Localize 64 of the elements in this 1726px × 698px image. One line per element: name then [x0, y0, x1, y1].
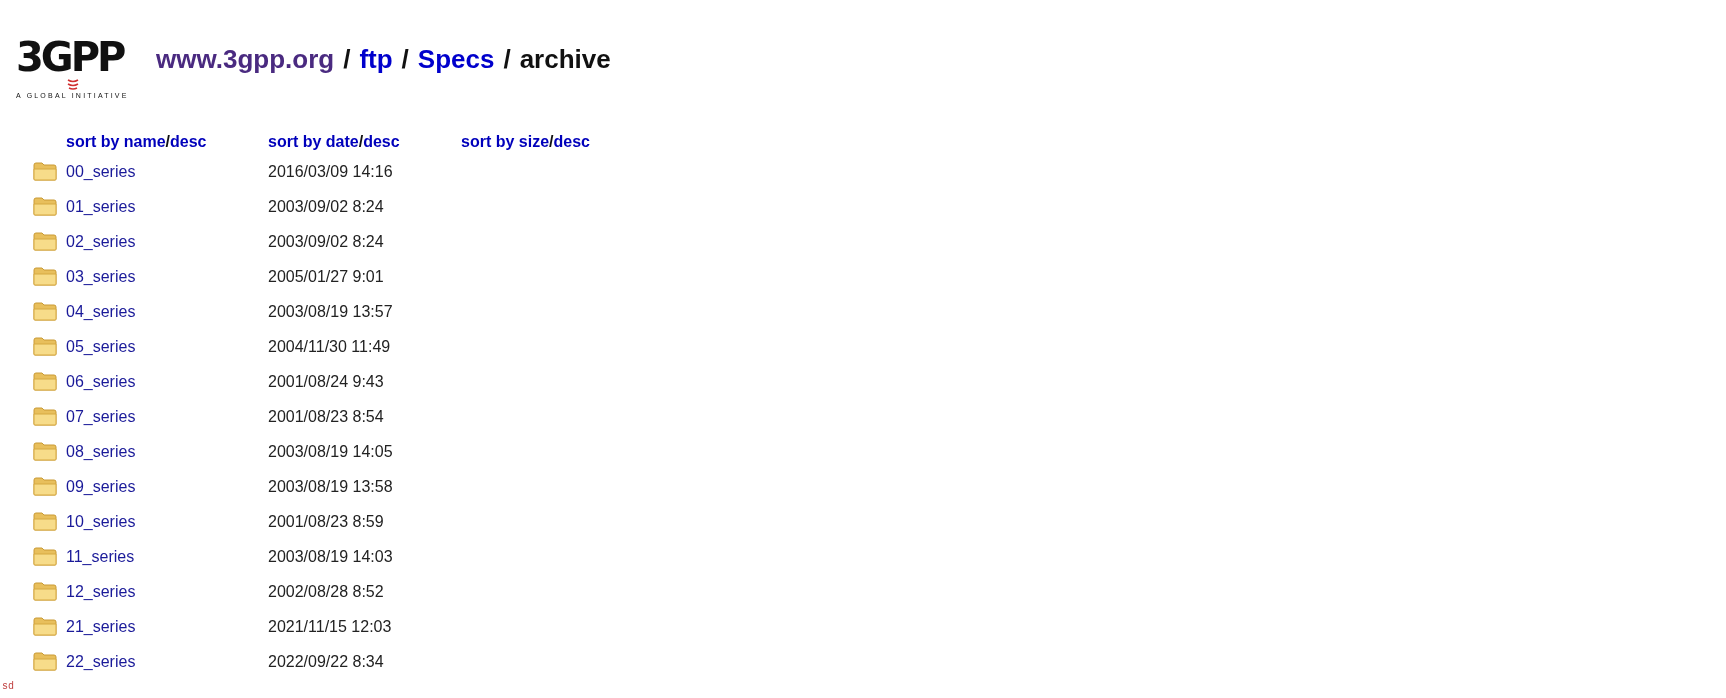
modified-date: 2003/08/19 14:05 — [268, 442, 394, 461]
folder-icon — [33, 197, 57, 216]
modified-date: 2003/08/19 13:58 — [268, 477, 394, 496]
modified-date: 2022/09/22 8:34 — [268, 652, 385, 671]
folder-link[interactable]: 08_series — [66, 442, 268, 461]
folder-icon — [33, 582, 57, 601]
folder-icon — [33, 512, 57, 531]
folder-icon — [33, 547, 57, 566]
current-folder: archive — [519, 43, 611, 75]
sort-order-link[interactable]: desc — [170, 133, 207, 151]
folder-link[interactable]: 11_series — [66, 547, 268, 566]
modified-date: 2016/03/09 14:16 — [268, 162, 394, 181]
folder-icon — [33, 337, 57, 356]
folder-link[interactable]: 05_series — [66, 337, 268, 356]
sort-order-link[interactable]: desc — [363, 133, 400, 151]
modified-date: 2001/08/23 8:54 — [268, 407, 385, 426]
folder-link[interactable]: 01_series — [66, 197, 268, 216]
folder-icon — [33, 477, 57, 496]
folder-icon — [33, 162, 57, 181]
folder-icon — [33, 652, 57, 671]
folder-link[interactable]: 22_series — [66, 652, 268, 671]
sort-link[interactable]: sort by date — [268, 133, 359, 151]
breadcrumb-link[interactable]: ftp — [359, 43, 393, 75]
folder-icon — [33, 372, 57, 391]
sort-order-link[interactable]: desc — [553, 133, 590, 151]
folder-icon — [33, 407, 57, 426]
folder-link[interactable]: 06_series — [66, 372, 268, 391]
modified-date: 2005/01/27 9:01 — [268, 267, 385, 286]
modified-date: 2004/11/30 11:49 — [268, 337, 392, 356]
sort-link[interactable]: sort by name — [66, 133, 166, 151]
folder-icon — [33, 232, 57, 251]
sort-separator: / — [358, 133, 364, 151]
modified-date: 2001/08/24 9:43 — [268, 372, 385, 391]
folder-icon — [33, 442, 57, 461]
path-separator: / — [503, 43, 511, 75]
footer-note: sd — [1, 681, 14, 692]
folder-link[interactable]: 04_series — [66, 302, 268, 321]
folder-link[interactable]: 02_series — [66, 232, 268, 251]
breadcrumb-link[interactable]: Specs — [417, 43, 495, 75]
modified-date: 2003/08/19 14:03 — [268, 547, 394, 566]
folder-link[interactable]: 09_series — [66, 477, 268, 496]
signal-icon — [66, 77, 80, 90]
modified-date: 2021/11/15 12:03 — [268, 617, 393, 636]
modified-date: 2003/08/19 13:57 — [268, 302, 394, 321]
breadcrumb-link[interactable]: www.3gpp.org — [156, 43, 335, 75]
folder-link[interactable]: 00_series — [66, 162, 268, 181]
folder-link[interactable]: 07_series — [66, 407, 268, 426]
folder-link[interactable]: 03_series — [66, 267, 268, 286]
folder-link[interactable]: 12_series — [66, 582, 268, 601]
sort-separator: / — [549, 133, 554, 151]
folder-link[interactable]: 10_series — [66, 512, 268, 531]
sort-link[interactable]: sort by size — [461, 133, 550, 151]
modified-date: 2003/09/02 8:24 — [268, 232, 385, 251]
modified-date: 2002/08/28 8:52 — [268, 582, 385, 601]
modified-date: 2001/08/23 8:59 — [268, 512, 385, 531]
logo-wordmark: 3GPP — [16, 32, 124, 82]
modified-date: 2003/09/02 8:24 — [268, 197, 385, 216]
folder-link[interactable]: 21_series — [66, 617, 268, 636]
folder-icon — [33, 617, 57, 636]
path-separator: / — [401, 43, 409, 75]
path-separator: / — [343, 43, 351, 75]
folder-icon — [33, 302, 57, 321]
folder-icon — [33, 267, 57, 286]
sort-separator: / — [165, 133, 171, 151]
